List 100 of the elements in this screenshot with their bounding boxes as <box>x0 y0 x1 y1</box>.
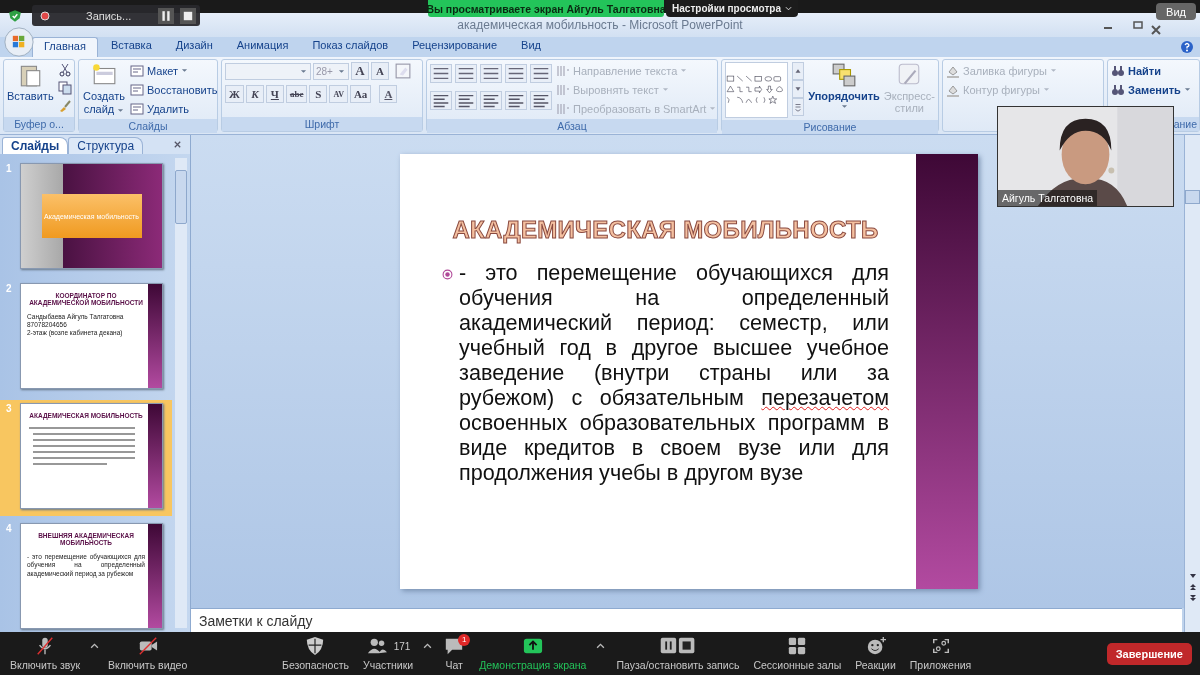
toolbar-button[interactable]: Безопасность <box>276 634 355 673</box>
toolbar-button[interactable]: 171 Участники <box>357 634 436 673</box>
pause-stop-icon <box>658 636 697 656</box>
slide-number: 3 <box>6 403 13 414</box>
group-label: Шрифт <box>222 117 422 131</box>
scroll-thumb[interactable] <box>175 170 187 224</box>
slide-title: АКАДЕМИЧЕСКАЯ МОБИЛЬНОСТЬ <box>452 216 879 244</box>
scroll-thumb[interactable] <box>1185 190 1200 204</box>
bulleted-list-icon[interactable] <box>430 64 452 83</box>
format-button[interactable]: A <box>379 85 398 103</box>
font-size-button[interactable]: A <box>351 62 369 80</box>
font-field[interactable] <box>225 62 311 80</box>
group-label: Рисование <box>722 120 938 134</box>
format-button[interactable]: abe <box>285 85 308 103</box>
slide-number: 4 <box>6 523 13 534</box>
ribbon-tab[interactable]: Рецензирование <box>412 37 498 57</box>
numbered-list-icon[interactable] <box>455 64 477 83</box>
ribbon-tab[interactable]: Вставка <box>110 37 152 57</box>
dropdown-arrow-icon <box>1183 87 1191 92</box>
unread-badge: 1 <box>458 634 471 646</box>
share-screen-icon <box>521 636 544 656</box>
end-button[interactable]: Завершение <box>1106 642 1192 665</box>
format-button[interactable]: Ч <box>265 85 284 103</box>
dropdown-arrow-icon <box>661 87 669 92</box>
decrease-indent-icon[interactable] <box>480 64 502 83</box>
scrollbar[interactable] <box>1184 135 1200 632</box>
text-layout-icon <box>556 63 570 78</box>
pane-tab[interactable]: Структура <box>68 137 144 154</box>
close-icon[interactable] <box>1150 24 1162 36</box>
toolbar-button[interactable]: Пауза/остановить запись <box>610 634 746 673</box>
close-icon[interactable] <box>173 140 182 149</box>
dropdown-arrow-icon <box>709 106 717 111</box>
stop-icon[interactable] <box>180 7 196 24</box>
view-button[interactable]: Вид <box>1156 3 1196 20</box>
columns-icon[interactable] <box>530 91 552 110</box>
increase-indent-icon[interactable] <box>505 64 527 83</box>
ribbon-tab[interactable]: Вид <box>521 37 541 57</box>
shapes-gallery[interactable] <box>725 62 789 118</box>
format-button[interactable]: AV <box>329 85 348 103</box>
group-label: Буфер о... <box>4 117 74 131</box>
format-button[interactable]: Aa <box>349 85 372 103</box>
toolbar-button[interactable]: Реакции <box>849 634 902 673</box>
align-left-icon[interactable] <box>430 91 452 110</box>
participant-count: 171 <box>393 640 411 652</box>
format-button[interactable]: Ж <box>225 85 244 103</box>
justify-icon[interactable] <box>505 91 527 110</box>
caret-icon[interactable] <box>596 642 606 649</box>
scissors-icon[interactable] <box>57 63 72 77</box>
toolbar-button[interactable]: Приложения <box>903 634 978 673</box>
toolbar-button[interactable]: Чат 1 <box>437 634 472 673</box>
ribbon-button[interactable]: Удалить <box>130 100 218 117</box>
help-icon[interactable] <box>1180 40 1194 54</box>
pane-tab[interactable]: Слайды <box>2 137 69 154</box>
dropdown-arrow-icon <box>117 108 125 114</box>
scrollbar[interactable] <box>175 158 187 628</box>
scroll-down-icon[interactable] <box>1187 572 1198 580</box>
ribbon-button[interactable]: Макет <box>130 62 218 79</box>
ribbon-button[interactable]: Заменить <box>1111 81 1191 98</box>
align-right-icon[interactable] <box>480 91 502 110</box>
format-button[interactable]: К <box>245 85 264 103</box>
copy-icon[interactable] <box>57 81 72 95</box>
maximize-icon[interactable] <box>1132 19 1144 31</box>
ribbon-button[interactable]: Восстановить <box>130 81 218 98</box>
arrange-button[interactable]: Упорядочить <box>808 62 880 109</box>
pause-icon[interactable] <box>158 7 174 24</box>
toolbar-button[interactable]: Демонстрация экрана <box>473 634 609 673</box>
dropdown-arrow-icon <box>1050 68 1057 73</box>
caret-icon[interactable] <box>90 642 100 649</box>
toolbar-button[interactable]: Включить звук <box>4 634 103 673</box>
font-size-button[interactable]: A <box>371 62 389 80</box>
ribbon-tab[interactable]: Показ слайдов <box>312 37 389 57</box>
layout-icon <box>130 82 144 97</box>
notes-field[interactable]: Заметки к слайду <box>191 608 1182 632</box>
caret-icon[interactable] <box>423 642 433 649</box>
orb-button[interactable] <box>4 27 34 57</box>
caret-icon <box>784 6 792 11</box>
line-spacing-icon[interactable] <box>530 64 552 83</box>
ribbon-tab[interactable]: Главная <box>32 37 98 57</box>
align-center-icon[interactable] <box>455 91 477 110</box>
dropdown-arrow-icon <box>181 68 189 73</box>
muted-microphone-icon <box>34 636 56 656</box>
ribbon-tab[interactable]: Дизайн <box>175 37 213 57</box>
new-slide-button[interactable]: Создать слайд <box>82 62 126 117</box>
toolbar-button[interactable]: Сессионные залы <box>747 634 848 673</box>
binoculars-icon <box>1111 82 1125 97</box>
toolbar-button[interactable]: Включить видео <box>102 634 194 673</box>
paste-button[interactable]: Вставить <box>7 62 54 102</box>
dropdown-arrow-icon <box>840 104 848 109</box>
ribbon-button[interactable]: Найти <box>1111 62 1191 79</box>
format-button[interactable]: S <box>309 85 328 103</box>
window-title: академическая мобильность - Microsoft PowerPoint <box>457 18 743 32</box>
ribbon-tab[interactable]: Анимация <box>236 37 289 57</box>
slide-number: 2 <box>6 283 13 294</box>
group-label: Слайды <box>79 119 217 133</box>
participant-name: Айгуль Талгатовна <box>998 190 1098 206</box>
dropdown-arrow-icon <box>300 68 307 74</box>
scroll-up-icon[interactable] <box>792 62 805 80</box>
stacked-squares-icon <box>831 62 858 88</box>
slide-number: 1 <box>6 163 13 174</box>
group-label: Абзац <box>427 119 717 133</box>
